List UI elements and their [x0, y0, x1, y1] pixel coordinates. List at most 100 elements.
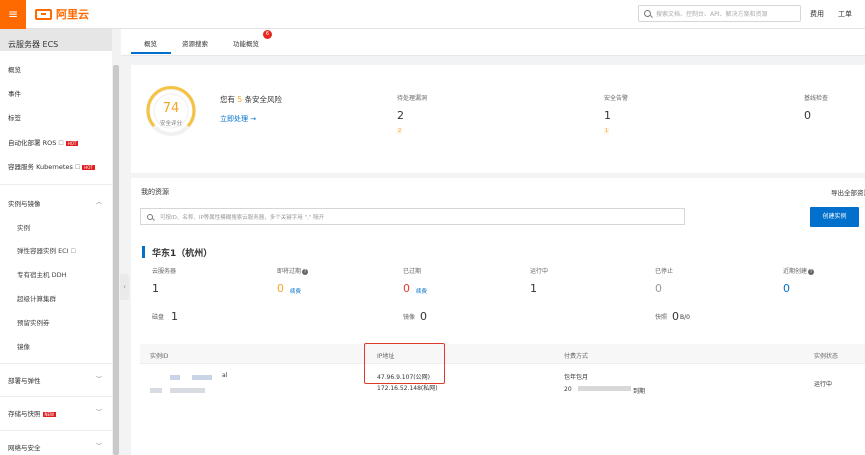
security-alert-label: 安全告警 [604, 95, 629, 102]
sidebar-group-deploy[interactable]: 部署与弹性 [8, 375, 41, 385]
external-link-icon: ☐ [58, 140, 64, 147]
billing-link[interactable]: 费用 [810, 9, 824, 19]
chevron-up-icon[interactable]: ︿ [96, 197, 102, 206]
expiring-soon-value[interactable]: 0 [277, 282, 284, 295]
instance-id-suffix[interactable]: al [222, 372, 227, 379]
recent-created-value[interactable]: 0 [783, 282, 790, 295]
redacted-date-block [578, 386, 631, 391]
redacted-id-block [170, 375, 180, 380]
disk-value[interactable]: 1 [171, 310, 178, 323]
billing-type: 包年包月 [564, 374, 589, 381]
image-label: 镜像 [403, 314, 416, 321]
sidebar-item-kubernetes[interactable]: 容器服务 Kubernetes ☐ HOT [8, 161, 95, 171]
menu-icon[interactable]: ≡ [0, 0, 26, 29]
baseline-check-label: 基线检查 [804, 95, 829, 102]
search-icon [147, 213, 153, 220]
redacted-id-block [192, 375, 212, 380]
risk-prefix: 您有 [220, 95, 235, 104]
sidebar-group-storage[interactable]: 存储与快照 NEW [8, 408, 56, 418]
sidebar-title: 云服务器 ECS [8, 40, 59, 49]
sidebar-item-label: 弹性容器实例 ECI [17, 247, 69, 255]
image-value[interactable]: 0 [420, 310, 427, 323]
external-link-icon: ☐ [74, 164, 81, 171]
ecs-console: ≡ 阿里云 搜索文档、控制台、API、解决方案和资源 费用 工单 云服务器 EC… [0, 0, 865, 455]
status-badge: 运行中 [814, 381, 833, 388]
region-title: 华东1（杭州） [152, 249, 213, 259]
stopped-value[interactable]: 0 [655, 282, 662, 295]
renew-link[interactable]: 续费 [416, 287, 427, 295]
top-navigation-bar: ≡ 阿里云 搜索文档、控制台、API、解决方案和资源 费用 工单 [0, 0, 865, 29]
sidebar-item-ddh[interactable]: 专有宿主机 DDH [17, 269, 66, 279]
ip-highlight-annotation [364, 343, 445, 384]
resource-search-input[interactable]: 可按ID、名称、IP等属性模糊搜索云服务器，多个关键字用 "," 隔开 [140, 208, 685, 225]
collapse-sidebar-handle[interactable]: ‹ [120, 274, 129, 300]
instance-table-header [140, 344, 865, 364]
tab-resource-search[interactable]: 资源搜索 [182, 38, 208, 48]
sidebar-item-images[interactable]: 镜像 [17, 341, 30, 351]
risk-count: 5 [237, 95, 243, 104]
baseline-check-value[interactable]: 0 [804, 109, 811, 122]
ecs-count-label: 云服务器 [152, 268, 177, 275]
search-icon [644, 10, 651, 17]
expiring-label-text: 即将过期 [277, 268, 302, 275]
column-billing: 付费方式 [564, 353, 589, 360]
renew-link[interactable]: 续费 [290, 287, 301, 295]
sidebar-item-supercomputing[interactable]: 超级计算集群 [17, 293, 56, 303]
expired-value[interactable]: 0 [403, 282, 410, 295]
running-value[interactable]: 1 [530, 282, 537, 295]
tab-feature-overview[interactable]: 功能概览 [233, 38, 259, 48]
sidebar-item-events[interactable]: 事件 [8, 88, 21, 98]
sidebar-item-reserved[interactable]: 预留实例券 [17, 317, 50, 327]
stopped-label: 已停止 [655, 268, 674, 275]
sidebar-group-network[interactable]: 网络与安全 [8, 442, 41, 452]
global-search-input[interactable]: 搜索文档、控制台、API、解决方案和资源 [638, 5, 801, 22]
region-marker [142, 246, 145, 258]
pending-vuln-value[interactable]: 2 [397, 109, 404, 122]
sidebar-divider [0, 430, 112, 431]
handle-now-link[interactable]: 立即处理 → [220, 114, 256, 124]
ecs-count-value[interactable]: 1 [152, 282, 159, 295]
sidebar-item-eci[interactable]: 弹性容器实例 ECI ☐ [17, 245, 76, 255]
security-score-label: 安全评分 [159, 121, 182, 127]
brand-name: 阿里云 [56, 8, 89, 21]
tab-overview[interactable]: 概览 [144, 38, 157, 48]
help-icon[interactable]: ? [302, 268, 309, 275]
ticket-link[interactable]: 工单 [838, 9, 852, 19]
sidebar-divider [0, 363, 112, 364]
sidebar-divider [0, 396, 112, 397]
sidebar-group-instances[interactable]: 实例与镜像 [8, 198, 41, 208]
security-alert-value[interactable]: 1 [604, 109, 611, 122]
disk-label: 磁盘 [152, 314, 165, 321]
external-link-icon: ☐ [70, 248, 77, 255]
chevron-down-icon[interactable]: ﹀ [96, 374, 102, 383]
sidebar-item-label: 自动化部署 ROS [8, 139, 57, 147]
active-tab-indicator [131, 52, 171, 54]
create-instance-button[interactable]: 创建实例 [810, 207, 859, 227]
snapshot-value[interactable]: 0 [672, 310, 679, 323]
column-status: 实例状态 [814, 353, 839, 360]
export-link[interactable]: 导出全部资源 [831, 187, 865, 197]
sidebar-item-label: 存储与快照 [8, 410, 41, 418]
expire-prefix: 20 [564, 386, 572, 393]
global-search-placeholder: 搜索文档、控制台、API、解决方案和资源 [656, 11, 768, 18]
risk-summary: 您有 5 条安全风险 [220, 94, 282, 105]
sidebar-item-instances[interactable]: 实例 [17, 222, 30, 232]
hot-tag: HOT [65, 140, 79, 146]
chevron-down-icon[interactable]: ﹀ [96, 441, 102, 450]
brand-logo[interactable]: 阿里云 [35, 6, 89, 22]
help-icon[interactable]: ? [808, 268, 815, 275]
chevron-down-icon[interactable]: ﹀ [96, 407, 102, 416]
private-ip: 172.16.52.148(私网) [377, 385, 438, 392]
new-tag: NEW [42, 411, 56, 417]
expire-suffix: 到期 [633, 388, 646, 395]
security-score: 74 [162, 101, 180, 116]
aliyun-logo-icon [35, 8, 52, 20]
sidebar-scroll-thumb[interactable] [113, 65, 119, 455]
recent-created-label: 近期创建? [783, 266, 815, 275]
sidebar-item-tags[interactable]: 标签 [8, 112, 21, 122]
redacted-name-block [150, 388, 162, 393]
sidebar-item-ros[interactable]: 自动化部署 ROS ☐ HOT [8, 137, 79, 147]
resource-search-placeholder: 可按ID、名称、IP等属性模糊搜索云服务器，多个关键字用 "," 隔开 [160, 214, 325, 221]
hot-tag: HOT [82, 164, 95, 170]
sidebar-item-overview[interactable]: 概览 [8, 64, 21, 74]
